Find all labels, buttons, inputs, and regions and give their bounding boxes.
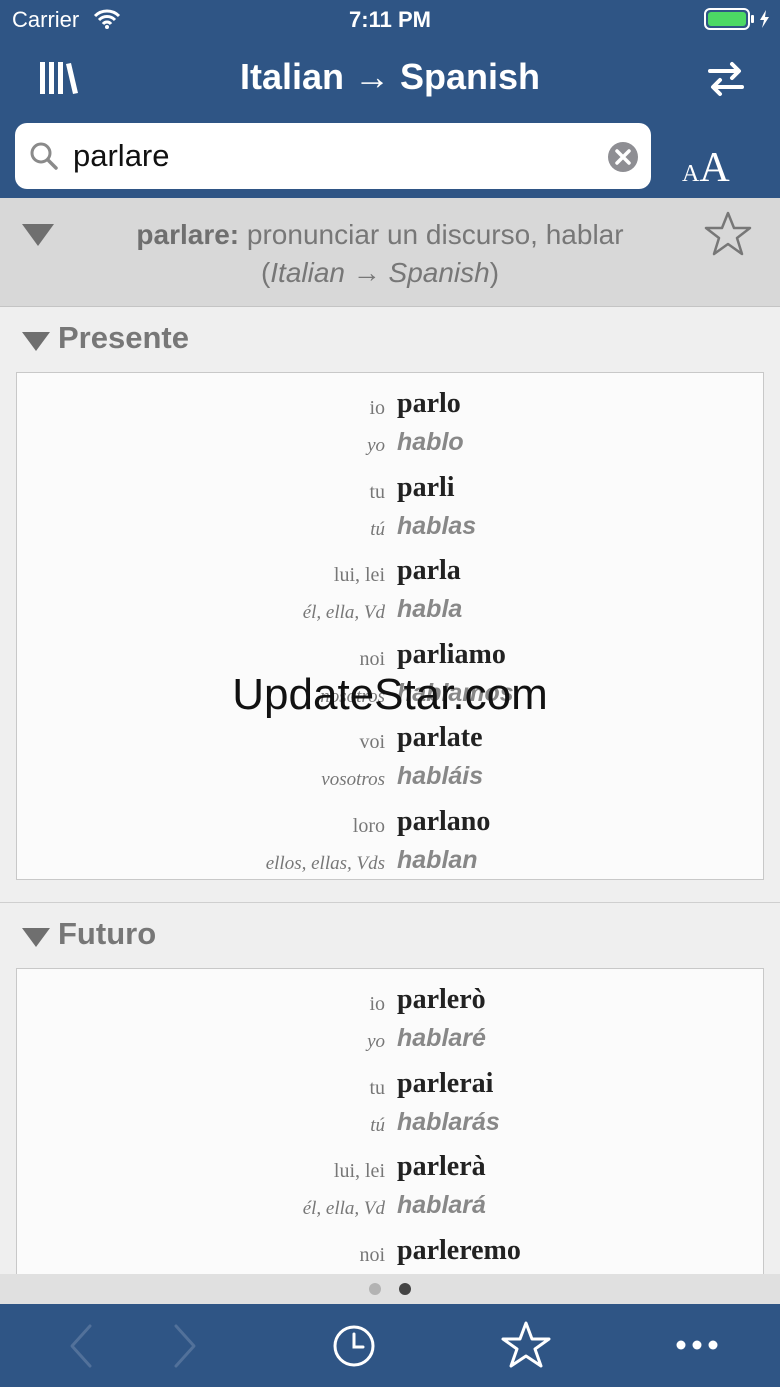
verb-form: parlerò: [397, 984, 486, 1015]
conjugation-row-italian: noi parliamo: [17, 632, 763, 672]
font-size-big-label: A: [699, 145, 730, 191]
forward-arrow-icon[interactable]: [170, 1322, 200, 1375]
more-icon[interactable]: [676, 1338, 718, 1356]
favorites-star-icon[interactable]: [500, 1320, 552, 1375]
verb-form: hablo: [397, 428, 464, 456]
pronoun: io: [369, 993, 385, 1015]
search-input[interactable]: [71, 133, 595, 179]
verb-form: parla: [397, 555, 461, 586]
page-indicator[interactable]: [0, 1274, 780, 1304]
verb-form: habla: [397, 595, 463, 623]
conjugation-row-italian: io parlo: [17, 381, 763, 421]
clear-search-icon[interactable]: [607, 141, 639, 178]
entry-definition: pronunciar un discurso, hablar: [246, 219, 624, 250]
verb-form: parli: [397, 472, 455, 503]
pronoun: lui, lei: [333, 1160, 385, 1182]
history-clock-icon[interactable]: [332, 1324, 376, 1373]
section-header-futuro[interactable]: Futuro: [0, 908, 780, 966]
entry-direction-close: ): [489, 257, 500, 288]
page-dot[interactable]: [369, 1283, 381, 1295]
section-header-presente[interactable]: Presente: [0, 312, 780, 370]
verb-form: parlano: [397, 806, 491, 837]
entry-header[interactable]: parlare: pronunciar un discurso, hablar …: [0, 198, 780, 307]
back-arrow-icon[interactable]: [66, 1322, 96, 1375]
pronoun: él, ella, Vd: [302, 1198, 385, 1219]
verb-form: hablará: [397, 1191, 486, 1219]
conjugation-row-italian: lui, lei parla: [17, 548, 763, 588]
verb-form: parlo: [397, 388, 461, 419]
conjugation-row-italian: tu parlerai: [17, 1061, 763, 1101]
section-collapse-icon[interactable]: [22, 928, 50, 947]
section-collapse-icon[interactable]: [22, 332, 50, 351]
page-dot-active[interactable]: [399, 1283, 411, 1295]
verb-form: parlate: [397, 722, 483, 753]
font-size-icon[interactable]: AA: [682, 144, 730, 192]
pronoun: lui, lei: [333, 564, 385, 586]
section-title: Presente: [58, 320, 189, 355]
pronoun: noi: [359, 648, 385, 670]
conjugation-row-italian: io parlerò: [17, 977, 763, 1017]
verb-form: parlerà: [397, 1151, 486, 1182]
collapse-triangle-icon[interactable]: [22, 224, 54, 246]
conjugation-row-italian: voi parlate: [17, 715, 763, 755]
conjugation-row-italian: lui, lei parlerà: [17, 1144, 763, 1184]
pronoun: yo: [367, 435, 385, 456]
bottom-toolbar: [0, 1304, 780, 1387]
search-bar-area: AA: [0, 122, 780, 198]
verb-form: parlerai: [397, 1068, 494, 1099]
conjugation-table-futuro: io parlerò yo hablaré tu parlerai tú hablará…: [16, 968, 764, 1290]
swap-direction-icon[interactable]: [706, 60, 746, 103]
page-title: Italian → Spanish: [239, 56, 541, 97]
pronoun: vosotros: [321, 769, 385, 790]
battery-icon: [704, 8, 774, 35]
watermark-text: UpdateStar.com: [232, 670, 548, 719]
verb-form: hablan: [397, 846, 478, 874]
conjugation-row-spanish: yo hablo: [17, 421, 763, 461]
search-icon: [29, 141, 59, 176]
verb-form: parliamo: [397, 639, 506, 670]
entry-headword: parlare:: [136, 219, 240, 250]
pronoun: tú: [370, 519, 385, 540]
clock-time: 7:11 PM: [349, 7, 431, 32]
conjugation-row-italian: noi parleremo: [17, 1228, 763, 1268]
pronoun: ellos, ellas, Vds: [265, 853, 385, 874]
pronoun: voi: [359, 731, 385, 753]
pronoun: io: [369, 397, 385, 419]
conjugation-row-spanish: tú hablas: [17, 505, 763, 545]
font-size-small-label: A: [682, 161, 700, 187]
entry-summary: parlare: pronunciar un discurso, hablar …: [80, 216, 680, 292]
conjugation-row-spanish: él, ella, Vd hablará: [17, 1184, 763, 1224]
bookmark-star-icon[interactable]: [702, 210, 754, 263]
pronoun: loro: [352, 815, 385, 837]
section-title: Futuro: [58, 916, 157, 951]
section-divider: [0, 902, 780, 903]
pronoun: tu: [369, 1077, 385, 1099]
verb-form: parleremo: [397, 1235, 521, 1266]
conjugation-row-spanish: tú hablarás: [17, 1101, 763, 1141]
entry-direction: Italian → Spanish: [270, 257, 490, 288]
conjugation-row-spanish: ellos, ellas, Vds hablan: [17, 839, 763, 879]
conjugation-table-presente: io parlo yo hablo tu parli tú hablas lui, le…: [16, 372, 764, 880]
navigation-bar: Italian → Spanish: [0, 40, 780, 122]
status-bar: Carrier 7:11 PM: [0, 0, 780, 40]
verb-form: hablaré: [397, 1024, 486, 1052]
conjugation-row-italian: tu parli: [17, 465, 763, 505]
conjugation-row-spanish: él, ella, Vd habla: [17, 588, 763, 628]
pronoun: noi: [359, 1244, 385, 1266]
verb-form: habláis: [397, 762, 484, 790]
conjugation-row-italian: loro parlano: [17, 799, 763, 839]
verb-form: hablas: [397, 512, 477, 540]
verb-form: hablarás: [397, 1108, 500, 1136]
conjugation-row-spanish: vosotros habláis: [17, 755, 763, 795]
conjugation-row-spanish: yo hablaré: [17, 1017, 763, 1057]
pronoun: tu: [369, 481, 385, 503]
entry-direction-open: (: [260, 257, 271, 288]
pronoun: tú: [370, 1115, 385, 1136]
pronoun: él, ella, Vd: [302, 602, 385, 623]
search-box[interactable]: [15, 123, 651, 189]
pronoun: yo: [367, 1031, 385, 1052]
